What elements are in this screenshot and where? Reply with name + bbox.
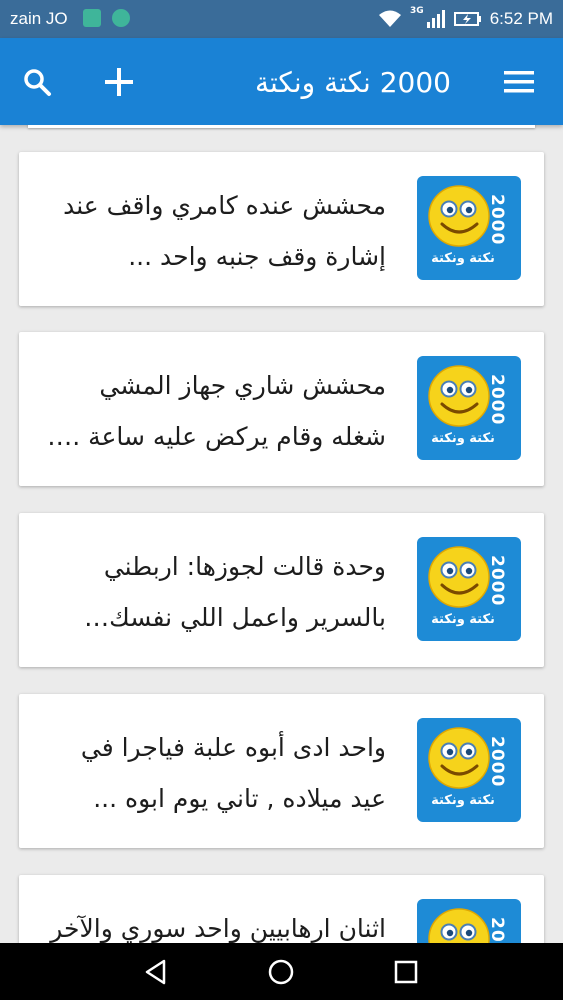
- joke-thumbnail: 2000 نكتة ونكتة: [417, 176, 521, 280]
- signal-icon: [426, 10, 445, 28]
- joke-card[interactable]: 2000 نكتة ونكتة واحد ادى أبوه علبة فياجرا …: [19, 694, 544, 848]
- joke-thumbnail: 2000 نكتة ونكتة: [417, 356, 521, 460]
- navigation-bar: [0, 943, 563, 1000]
- search-icon: [24, 69, 51, 96]
- thumbnail-caption: نكتة ونكتة: [431, 431, 495, 446]
- menu-button[interactable]: [497, 60, 541, 104]
- thumbnail-number: 2000: [487, 917, 507, 943]
- recents-icon: [394, 960, 418, 984]
- thumbnail-caption: نكتة ونكتة: [431, 793, 495, 808]
- joke-preview-text: اثنان ارهابيين واحد سوري والآخر: [50, 914, 386, 943]
- status-bar: zain JO 3G 6:52 PM: [0, 0, 563, 38]
- back-icon: [145, 959, 166, 985]
- thumbnail-caption: نكتة ونكتة: [431, 251, 495, 266]
- add-button[interactable]: [97, 60, 141, 104]
- joke-thumbnail: 2000نكتة ونكتة: [417, 899, 521, 943]
- joke-thumbnail: 2000 نكتة ونكتة: [417, 537, 521, 641]
- thumbnail-number: 2000: [487, 374, 507, 426]
- add-icon: [105, 68, 133, 96]
- battery-charging-icon: [453, 12, 481, 26]
- thumbnail-caption: نكتة ونكتة: [431, 612, 495, 627]
- notification-message-icon: [112, 9, 130, 27]
- app-title: 2000 نكتة ونكتة: [254, 66, 451, 99]
- network-type-label: 3G: [410, 6, 424, 16]
- recents-button[interactable]: [384, 951, 428, 993]
- home-icon: [268, 959, 294, 985]
- clock: 6:52 PM: [489, 9, 553, 28]
- list-item-partial[interactable]: [28, 125, 535, 128]
- joke-preview-text: محشش شاري جهاز المشي شغله وقام يركض عليه…: [64, 371, 386, 451]
- home-button[interactable]: [259, 951, 303, 993]
- joke-thumbnail: 2000 نكتة ونكتة: [417, 718, 521, 822]
- app-bar: 2000 نكتة ونكتة: [0, 38, 563, 125]
- joke-preview-text: وحدة قالت لجوزها: اربطني بالسرير واعمل ا…: [103, 552, 386, 632]
- search-button[interactable]: [15, 60, 59, 104]
- joke-card[interactable]: 2000 نكتة ونكتة محشش شاري جهاز المشي شغله …: [19, 332, 544, 486]
- joke-card[interactable]: 2000 نكتة ونكتة وحدة قالت لجوزها: اربطني ب…: [19, 513, 544, 667]
- carrier-label: zain JO: [10, 9, 68, 28]
- joke-preview-text: واحد ادى أبوه علبة فياجرا في عيد ميلاده …: [80, 733, 386, 813]
- thumbnail-number: 2000: [487, 555, 507, 607]
- joke-card[interactable]: 2000 نكتة ونكتة محشش عنده كامري واقف عند إ…: [19, 152, 544, 306]
- joke-preview-text: محشش عنده كامري واقف عند إشارة وقف جنبه …: [63, 191, 386, 271]
- joke-card[interactable]: 2000نكتة ونكتة اثنان ارهابيين واحد سوري و…: [19, 875, 544, 943]
- joke-list[interactable]: 2000 نكتة ونكتة محشش عنده كامري واقف عند إ…: [0, 125, 563, 943]
- wifi-icon: [379, 10, 402, 27]
- notification-app-icon: [83, 9, 101, 27]
- thumbnail-number: 2000: [487, 194, 507, 246]
- back-button[interactable]: [134, 951, 178, 993]
- thumbnail-number: 2000: [487, 736, 507, 788]
- menu-icon: [504, 71, 534, 93]
